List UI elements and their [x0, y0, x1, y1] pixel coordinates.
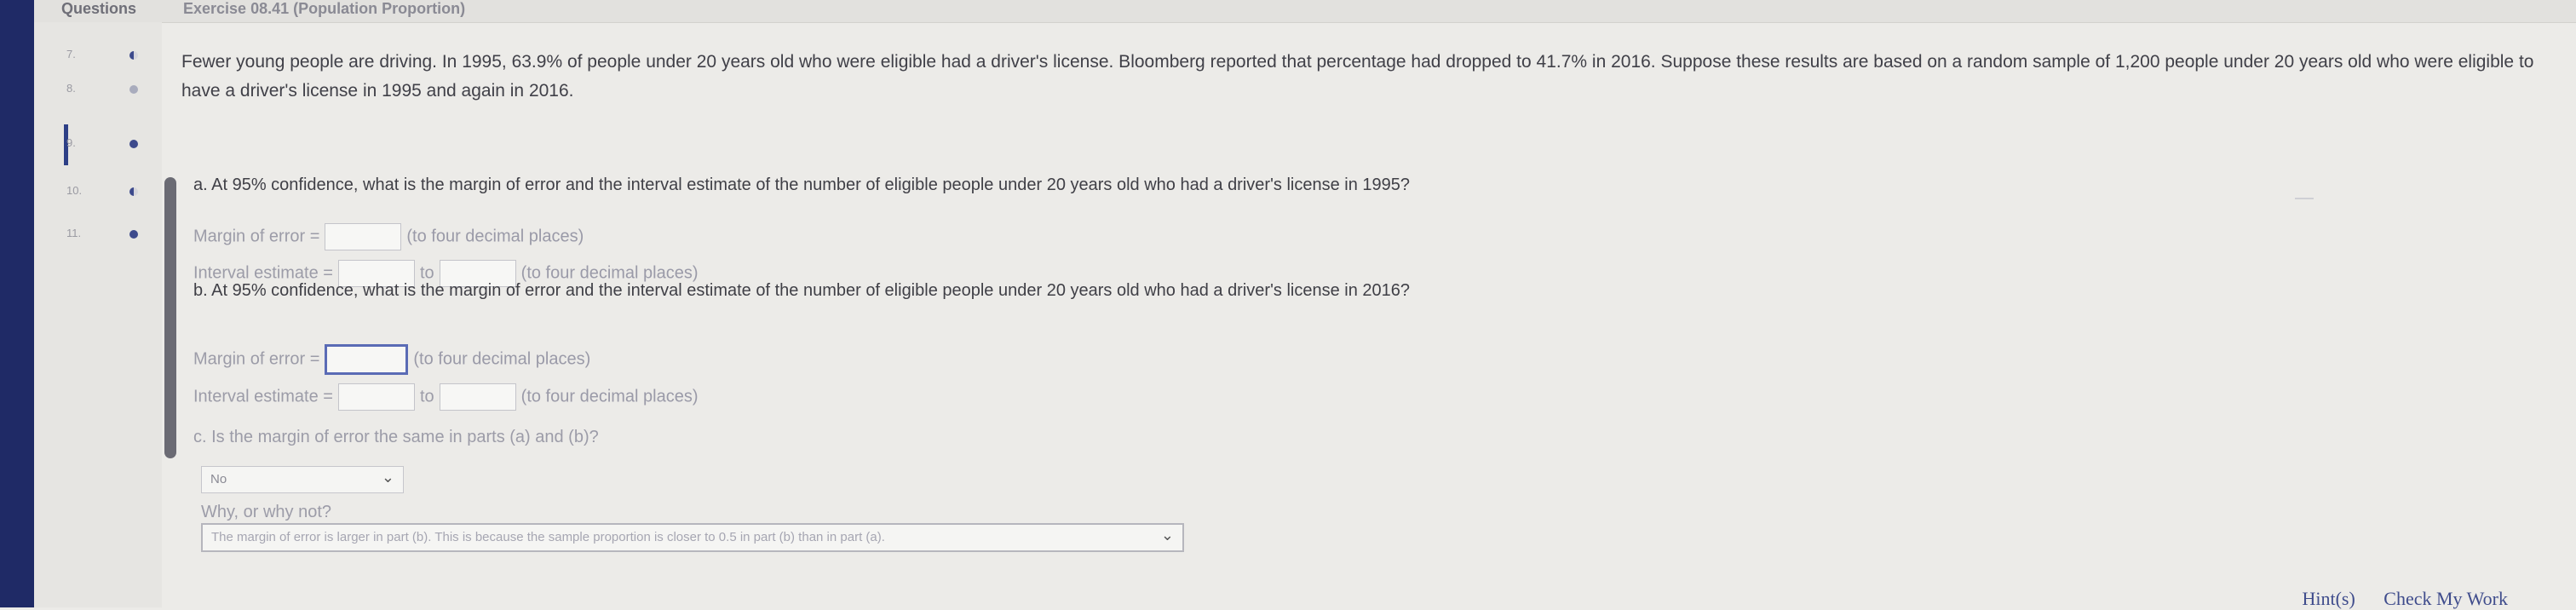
- questions-tab[interactable]: Questions: [61, 0, 136, 18]
- exercise-title: Exercise 08.41 (Population Proportion): [183, 0, 466, 17]
- part-c-select[interactable]: No ⌄: [201, 466, 404, 493]
- part-b-interval-row: Interval estimate = to (to four decimal pl…: [193, 383, 699, 411]
- why-select[interactable]: The margin of error is larger in part (b…: [201, 523, 1184, 552]
- question-number: 8.: [66, 82, 76, 95]
- decimal-hint: (to four decimal places): [520, 263, 699, 283]
- question-number: 11.: [66, 227, 82, 239]
- part-c-selected-value: No: [210, 472, 227, 486]
- part-b-interval-high-input[interactable]: [439, 383, 516, 411]
- why-label: Why, or why not?: [201, 503, 332, 521]
- interval-label: Interval estimate =: [193, 263, 333, 283]
- part-b-prompt: b. At 95% confidence, what is the margin…: [193, 281, 1410, 300]
- part-a-prompt: a. At 95% confidence, what is the margin…: [193, 176, 1410, 194]
- part-a-margin-input[interactable]: [325, 223, 402, 250]
- interval-label: Interval estimate =: [193, 387, 333, 406]
- question-number: 7.: [66, 48, 76, 60]
- part-b-interval-low-input[interactable]: [337, 383, 415, 411]
- margin-label: Margin of error =: [193, 349, 320, 369]
- question-item-7[interactable]: 7.: [34, 39, 162, 73]
- top-bar: Questions Exercise 08.41 (Population Pro…: [34, 0, 2576, 23]
- decimal-hint: (to four decimal places): [520, 387, 699, 406]
- footer-links: Hint(s) Check My Work: [2278, 588, 2508, 610]
- question-item-9[interactable]: 9.: [34, 124, 162, 165]
- part-c-prompt: c. Is the margin of error the same in pa…: [193, 428, 599, 446]
- question-number: 9.: [66, 136, 76, 149]
- question-intro: Fewer young people are driving. In 1995,…: [181, 52, 2534, 101]
- chevron-down-icon: ⌄: [1160, 527, 1174, 544]
- hints-link[interactable]: Hint(s): [2302, 588, 2355, 609]
- margin-label: Margin of error =: [193, 227, 320, 246]
- why-selected-value: The margin of error is larger in part (b…: [211, 530, 885, 544]
- status-dot-icon: [129, 140, 138, 148]
- status-dot-icon: [129, 230, 138, 239]
- to-label: to: [419, 387, 434, 406]
- question-item-10[interactable]: 10.: [34, 176, 162, 210]
- question-item-11[interactable]: 11.: [34, 218, 162, 252]
- left-window-edge: [0, 0, 34, 607]
- chevron-down-icon: ⌄: [381, 469, 394, 486]
- question-item-8[interactable]: 8.: [34, 73, 162, 107]
- status-dot-icon: [129, 85, 138, 94]
- decimal-hint: (to four decimal places): [413, 349, 591, 369]
- check-my-work-link[interactable]: Check My Work: [2383, 588, 2508, 609]
- collapse-icon[interactable]: [2295, 198, 2314, 199]
- part-b-margin-input[interactable]: [325, 344, 409, 375]
- status-dot-icon: [129, 51, 138, 60]
- part-a-margin-row: Margin of error = (to four decimal places…: [193, 223, 584, 250]
- question-list: 7. 8. 9. 10. 11.: [34, 22, 162, 607]
- part-b-margin-row: Margin of error = (to four decimal places…: [193, 344, 590, 375]
- to-label: to: [419, 263, 434, 283]
- question-number: 10.: [66, 184, 83, 197]
- decimal-hint: (to four decimal places): [406, 227, 584, 246]
- scrollbar[interactable]: [164, 177, 176, 458]
- status-dot-icon: [129, 187, 138, 196]
